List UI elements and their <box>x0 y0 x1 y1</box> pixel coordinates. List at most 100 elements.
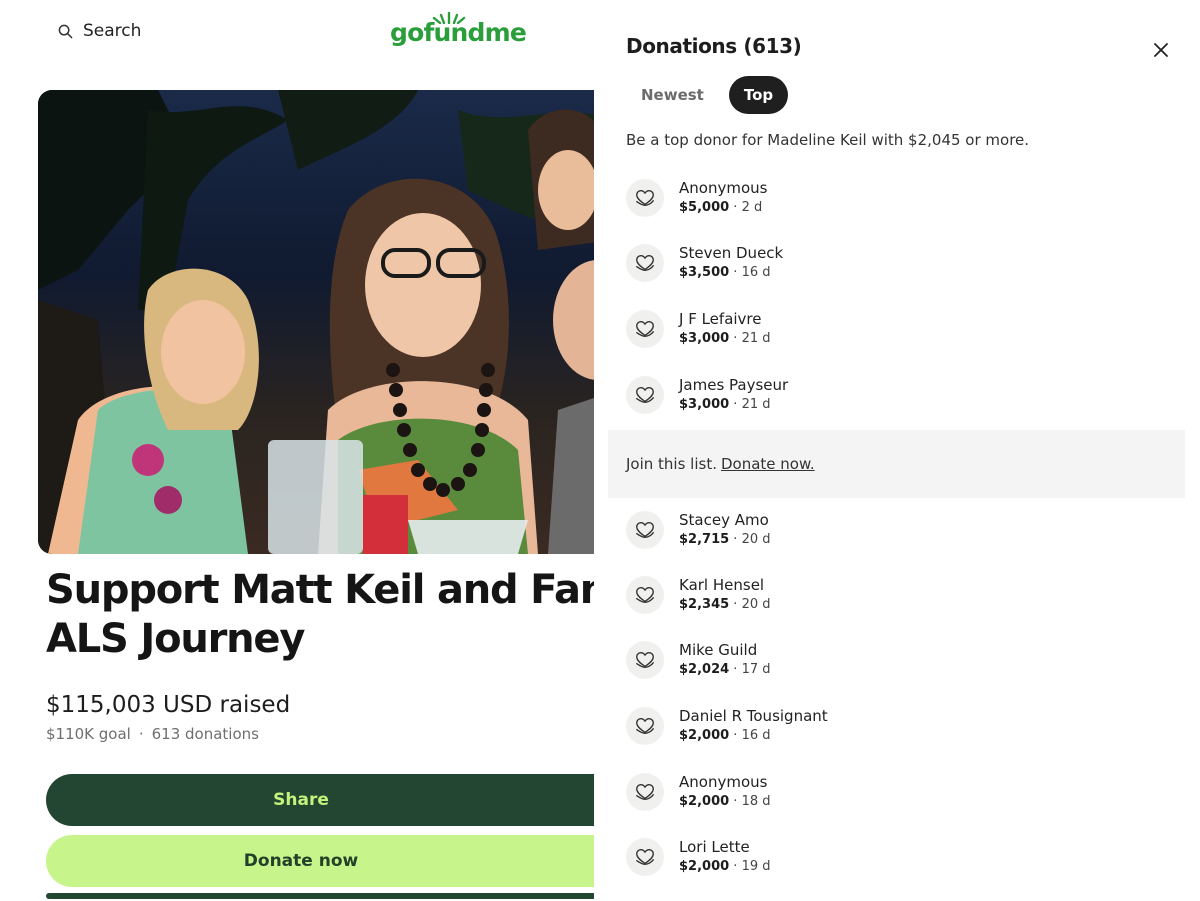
donor-avatar <box>626 773 664 811</box>
donor-time: · 20 d <box>729 597 771 612</box>
donor-info: Stacey Amo $2,715 · 20 d <box>679 510 771 550</box>
heart-hand-icon <box>636 254 654 272</box>
campaign-title-line1: Support Matt Keil and Family th <box>46 567 600 613</box>
donor-meta: $2,024 · 17 d <box>679 660 771 680</box>
donor-name: Mike Guild <box>679 641 758 659</box>
donor-name: Lori Lette <box>679 838 750 856</box>
join-text: Join this list. <box>626 455 717 473</box>
donor-amount: $5,000 <box>679 200 730 215</box>
donor-avatar <box>626 244 664 282</box>
donor-amount: $3,000 <box>679 397 730 412</box>
donor-info: J F Lefaivre $3,000 · 21 d <box>679 309 771 349</box>
donor-meta: $2,345 · 20 d <box>679 595 771 615</box>
donor-meta: $5,000 · 2 d <box>679 198 767 218</box>
donor-avatar <box>626 707 664 745</box>
donor-name: Stacey Amo <box>679 511 769 529</box>
donor-row: Mike Guild $2,024 · 17 d <box>626 640 771 680</box>
donor-amount: $2,000 <box>679 728 730 743</box>
donor-info: Lori Lette $2,000 · 19 d <box>679 837 771 877</box>
top-donor-hint: Be a top donor for Madeline Keil with $2… <box>626 131 1030 149</box>
heart-hand-icon <box>636 521 654 539</box>
donor-meta: $3,500 · 16 d <box>679 263 783 283</box>
donor-info: James Payseur $3,000 · 21 d <box>679 375 788 415</box>
donor-info: Daniel R Tousignant $2,000 · 16 d <box>679 706 828 746</box>
campaign-title: Support Matt Keil and Family th ALS Jour… <box>46 566 600 664</box>
donor-name: James Payseur <box>679 376 789 394</box>
donor-info: Karl Hensel $2,345 · 20 d <box>679 575 771 615</box>
page: Search gofundme Support Matt Keil and Fa… <box>0 0 1200 901</box>
tab-top[interactable]: Top <box>728 76 789 114</box>
goal-line: $110K goal · 613 donations <box>46 725 259 743</box>
donor-info: Steven Dueck $3,500 · 16 d <box>679 243 783 283</box>
donor-meta: $3,000 · 21 d <box>679 395 788 415</box>
donor-time: · 16 d <box>729 728 771 743</box>
heart-hand-icon <box>636 586 654 604</box>
donation-count: 613 donations <box>151 725 259 743</box>
campaign-page: Search gofundme Support Matt Keil and Fa… <box>0 0 600 901</box>
heart-hand-icon <box>636 320 654 338</box>
heart-hand-icon <box>636 386 654 404</box>
search-label: Search <box>83 21 142 41</box>
heart-hand-icon <box>636 189 654 207</box>
donor-name: Steven Dueck <box>679 244 784 262</box>
join-list-banner: Join this list. Donate now. <box>608 430 1185 498</box>
donor-name: Anonymous <box>679 179 768 197</box>
donor-row: Steven Dueck $3,500 · 16 d <box>626 243 783 283</box>
donor-time: · 2 d <box>729 200 763 215</box>
goal-amount: $110K goal <box>46 725 131 743</box>
donor-name: Anonymous <box>679 773 768 791</box>
donor-meta: $2,000 · 18 d <box>679 792 771 812</box>
donor-time: · 17 d <box>729 662 771 677</box>
donor-info: Anonymous $2,000 · 18 d <box>679 772 771 812</box>
donate-now-button[interactable]: Donate now <box>46 835 600 887</box>
donor-avatar <box>626 576 664 614</box>
share-button[interactable]: Share <box>46 774 600 826</box>
donor-time: · 21 d <box>729 331 771 346</box>
gofundme-logo[interactable]: gofundme <box>390 12 527 47</box>
donor-time: · 16 d <box>729 265 771 280</box>
donor-row: J F Lefaivre $3,000 · 21 d <box>626 309 771 349</box>
tab-newest[interactable]: Newest <box>626 76 719 114</box>
donor-amount: $2,345 <box>679 597 730 612</box>
donor-avatar <box>626 310 664 348</box>
donor-row: James Payseur $3,000 · 21 d <box>626 375 788 415</box>
donor-name: J F Lefaivre <box>679 310 762 328</box>
next-button-edge <box>46 893 600 899</box>
donor-row: Daniel R Tousignant $2,000 · 16 d <box>626 706 828 746</box>
donor-row: Anonymous $5,000 · 2 d <box>626 178 767 218</box>
donor-time: · 20 d <box>729 532 771 547</box>
donor-amount: $3,000 <box>679 331 730 346</box>
donor-time: · 19 d <box>729 859 771 874</box>
donor-name: Karl Hensel <box>679 576 765 594</box>
heart-hand-icon <box>636 783 654 801</box>
search-button[interactable]: Search <box>58 21 141 41</box>
donor-avatar <box>626 838 664 876</box>
donor-row: Stacey Amo $2,715 · 20 d <box>626 510 771 550</box>
donor-meta: $2,000 · 16 d <box>679 726 828 746</box>
close-icon[interactable] <box>1151 40 1171 60</box>
donor-avatar <box>626 179 664 217</box>
donor-time: · 18 d <box>729 794 771 809</box>
donor-meta: $2,000 · 19 d <box>679 857 771 877</box>
heart-hand-icon <box>636 651 654 669</box>
donor-avatar <box>626 376 664 414</box>
donor-avatar <box>626 511 664 549</box>
campaign-photo <box>38 90 600 554</box>
heart-hand-icon <box>636 717 654 735</box>
donor-info: Mike Guild $2,024 · 17 d <box>679 640 771 680</box>
panel-title: Donations (613) <box>626 34 802 58</box>
logo-sprout-icon <box>432 12 466 24</box>
donor-info: Anonymous $5,000 · 2 d <box>679 178 767 218</box>
donor-amount: $3,500 <box>679 265 730 280</box>
donor-row: Anonymous $2,000 · 18 d <box>626 772 771 812</box>
donor-amount: $2,715 <box>679 532 730 547</box>
search-icon <box>58 24 73 38</box>
heart-hand-icon <box>636 848 654 866</box>
donations-panel: Donations (613) Newest Top Be a top dono… <box>594 0 1200 901</box>
donor-amount: $2,000 <box>679 794 730 809</box>
join-donate-link[interactable]: Donate now. <box>721 455 815 473</box>
goal-separator: · <box>138 725 144 743</box>
donor-row: Karl Hensel $2,345 · 20 d <box>626 575 771 615</box>
donor-amount: $2,024 <box>679 662 730 677</box>
donation-tabs: Newest Top <box>626 76 789 114</box>
